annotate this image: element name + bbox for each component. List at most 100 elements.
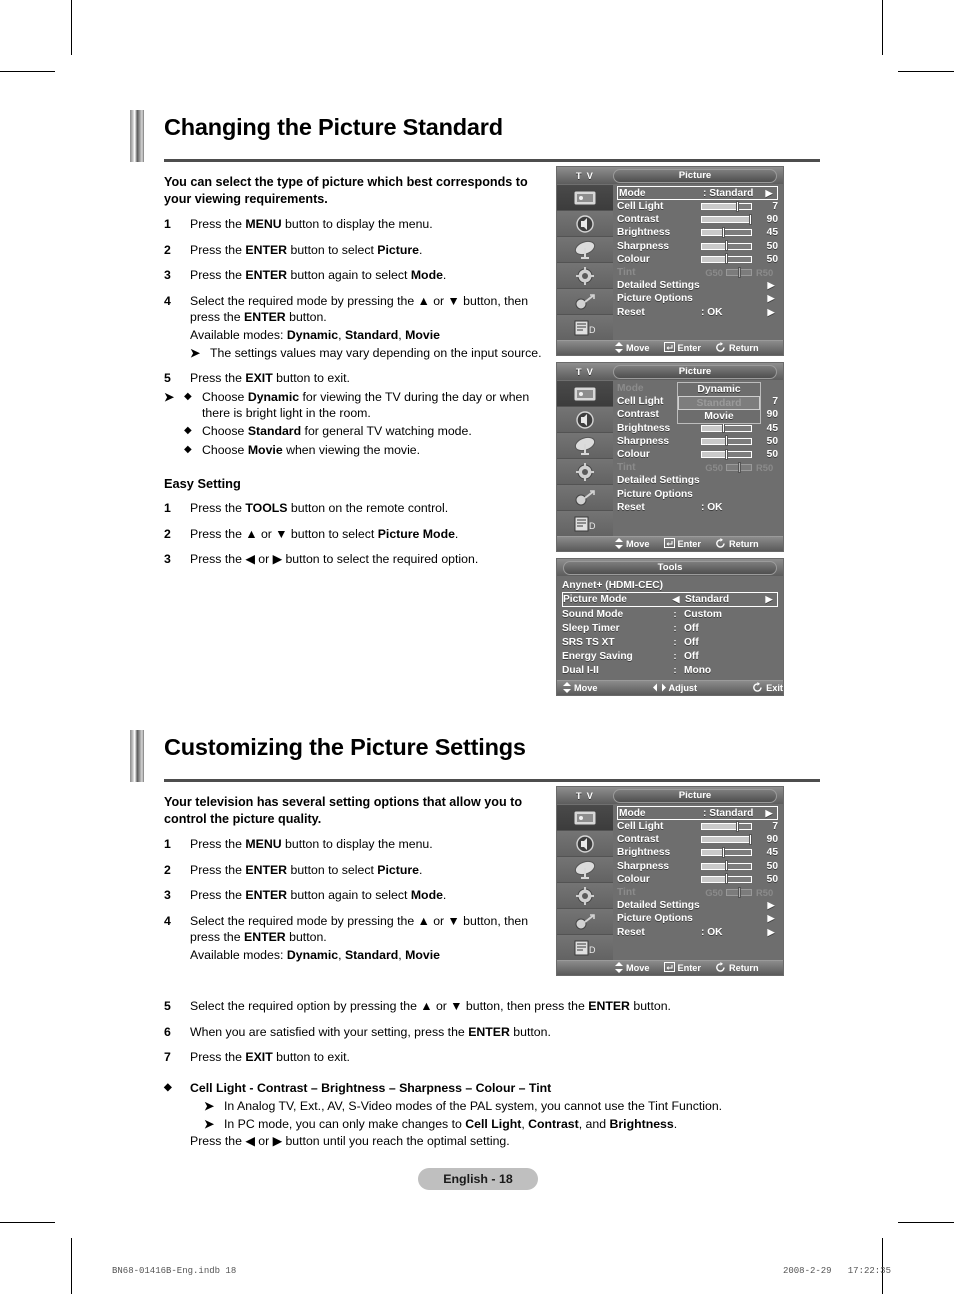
rail-item-input[interactable] [557,485,613,511]
tools-row-energy-saving[interactable]: Energy Saving : Off [562,649,778,663]
slider-sharpness[interactable] [701,860,752,872]
mode-dropdown[interactable]: Dynamic Standard Movie [677,382,761,425]
rail-item-sound[interactable] [557,407,613,433]
osd-footer-enter[interactable]: Enter [663,342,701,354]
rail-item-sound[interactable] [557,211,613,237]
osd-picture-menu-2[interactable]: T V Picture D Mode: Standard ▶ Cell Lig… [556,786,784,976]
rail-item-channel[interactable] [557,237,613,263]
slider-knob[interactable] [725,253,729,265]
osd-row-colour[interactable]: Colour 50 [617,873,778,886]
slider-colour[interactable] [701,448,752,460]
slider-sharpness[interactable] [701,435,752,447]
osd-footer-return[interactable]: Return [715,961,759,975]
svg-text:D: D [589,945,596,955]
slider-knob[interactable] [748,213,752,225]
slider-knob[interactable] [748,833,752,845]
dropdown-option-dynamic[interactable]: Dynamic [678,383,760,396]
osd-row-picture-options[interactable]: Picture Options ▶ [617,912,778,925]
osd-row-sharpness[interactable]: Sharpness 50 [617,860,778,873]
step-number: 7 [164,1050,171,1065]
osd-picture-menu[interactable]: T V Picture D Mode: Standard ▶ Cell Lig… [556,166,784,356]
rail-item-input[interactable] [557,909,613,935]
osd-footer-return[interactable]: Return [715,537,759,551]
osd-row-reset[interactable]: Reset : OK [617,501,778,514]
slider-knob[interactable] [735,820,739,832]
tools-row-sound-mode[interactable]: Sound Mode : Custom [562,607,778,621]
osd-row-mode[interactable]: Mode : Standard ▶ [617,806,778,820]
slider-knob[interactable] [725,240,729,252]
tools-row-srs-ts-xt[interactable]: SRS TS XT : Off [562,635,778,649]
osd-row-mode[interactable]: Mode : Standard ▶ [617,186,778,200]
tools-footer-move[interactable]: Move [563,681,598,695]
osd-row-cell-light[interactable]: Cell Light 7 [617,820,778,833]
rail-item-support[interactable]: D [557,511,613,536]
slider-knob[interactable] [725,873,729,885]
osd-footer-move[interactable]: Move [615,341,650,355]
section-1-osd-column: T V Picture D Mode: Standard ▶ Cell Lig… [556,162,820,696]
osd-row-sharpness[interactable]: Sharpness 50 [617,240,778,253]
osd-row-brightness[interactable]: Brightness 45 [617,846,778,859]
dropdown-option-standard[interactable]: Standard [678,396,760,410]
osd-row-tint: Tint G50 R50 [617,461,778,474]
slider-colour[interactable] [701,253,752,265]
osd-footer-return[interactable]: Return [715,341,759,355]
osd-row-detailed-settings[interactable]: Detailed Settings ▶ [617,899,778,912]
rail-item-picture[interactable] [557,381,613,407]
rail-item-picture[interactable] [557,805,613,831]
rail-item-setup[interactable] [557,459,613,485]
chevron-left-icon[interactable]: ◀ [667,594,685,605]
osd-row-reset[interactable]: Reset : OK ▶ [617,306,778,319]
rail-item-sound[interactable] [557,831,613,857]
slider-fill [702,837,750,843]
osd-tools-menu[interactable]: Tools Anynet+ (HDMI-CEC) Picture Mode ◀ … [556,558,784,696]
slider-knob[interactable] [725,448,729,460]
osd-row-colour[interactable]: Colour 50 [617,448,778,461]
slider-knob[interactable] [722,846,726,858]
osd-footer-enter[interactable]: Enter [663,962,701,974]
osd-row-colour[interactable]: Colour 50 [617,253,778,266]
osd-row-detailed-settings[interactable]: Detailed Settings ▶ [617,279,778,292]
slider-cell-light[interactable] [701,820,752,832]
rail-item-support[interactable]: D [557,315,613,340]
osd-row-picture-options[interactable]: Picture Options [617,488,778,501]
slider-knob[interactable] [725,435,729,447]
tools-row-anynet[interactable]: Anynet+ (HDMI-CEC) [562,578,778,592]
osd-row-contrast[interactable]: Contrast 90 [617,833,778,846]
osd-footer-move[interactable]: Move [615,961,650,975]
slider-knob[interactable] [722,226,726,238]
tools-footer-adjust[interactable]: Adjust [652,683,697,694]
slider-brightness[interactable] [701,846,752,858]
slider-knob[interactable] [725,860,729,872]
tools-row-picture-mode[interactable]: Picture Mode ◀ Standard ▶ [562,592,778,607]
rail-item-input[interactable] [557,289,613,315]
osd-footer-move[interactable]: Move [615,537,650,551]
slider-colour[interactable] [701,873,752,885]
osd-row-picture-options[interactable]: Picture Options ▶ [617,292,778,305]
osd-row-brightness[interactable]: Brightness 45 [617,226,778,239]
rail-item-channel[interactable] [557,433,613,459]
rail-item-channel[interactable] [557,857,613,883]
osd-row-sharpness[interactable]: Sharpness 50 [617,435,778,448]
rail-item-setup[interactable] [557,263,613,289]
osd-row-contrast[interactable]: Contrast 90 [617,213,778,226]
osd-row-reset[interactable]: Reset : OK ▶ [617,926,778,939]
slider-contrast[interactable] [701,213,752,225]
slider-knob[interactable] [735,200,739,212]
chevron-right-icon[interactable]: ▶ [761,594,777,605]
tools-row-sleep-timer[interactable]: Sleep Timer : Off [562,621,778,635]
osd-row-detailed-settings[interactable]: Detailed Settings [617,474,778,487]
slider-sharpness[interactable] [701,240,752,252]
osd-row-cell-light[interactable]: Cell Light 7 [617,200,778,213]
slider-brightness[interactable] [701,422,752,434]
osd-footer-enter[interactable]: Enter [663,538,701,550]
dropdown-option-movie[interactable]: Movie [678,410,760,423]
rail-item-setup[interactable] [557,883,613,909]
slider-cell-light[interactable] [701,200,752,212]
tools-footer-exit[interactable]: Exit [752,681,783,695]
osd-picture-mode-dropdown[interactable]: T V Picture D Dynamic Standard Movie Mod… [556,362,784,552]
slider-brightness[interactable] [701,226,752,238]
tools-row-dual[interactable]: Dual I-II : Mono [562,663,778,677]
slider-contrast[interactable] [701,833,752,845]
rail-item-picture[interactable] [557,185,613,211]
rail-item-support[interactable]: D [557,935,613,960]
